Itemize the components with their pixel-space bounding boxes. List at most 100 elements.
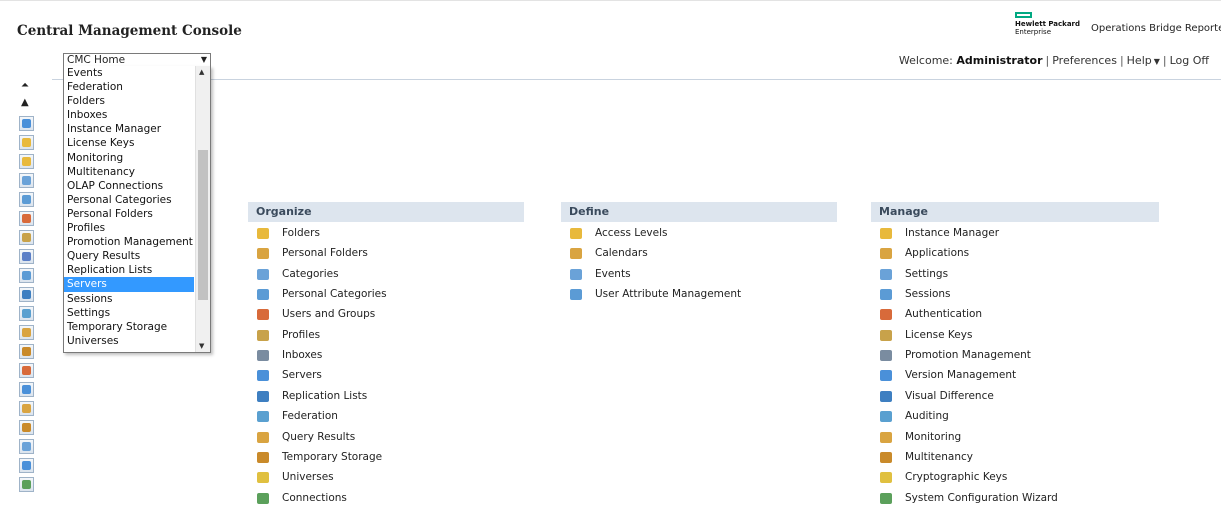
access-levels-icon bbox=[570, 228, 582, 239]
organize-link-label[interactable]: Folders bbox=[282, 227, 320, 239]
scroll-up-icon[interactable]: ▲ bbox=[21, 97, 29, 108]
nav-option-monitoring[interactable]: Monitoring bbox=[64, 151, 194, 165]
manage-link-label[interactable]: Multitenancy bbox=[905, 451, 973, 463]
toolbar-app-button[interactable] bbox=[19, 287, 34, 302]
help-menu[interactable]: Help ▼ bbox=[1127, 54, 1160, 67]
nav-option-settings[interactable]: Settings bbox=[64, 306, 194, 320]
organize-link-label[interactable]: Temporary Storage bbox=[282, 451, 382, 463]
manage-link-label[interactable]: Sessions bbox=[905, 288, 951, 300]
nav-option-license-keys[interactable]: License Keys bbox=[64, 136, 194, 150]
chevron-down-icon[interactable]: ▼ bbox=[1154, 57, 1160, 66]
app-icon bbox=[22, 119, 31, 128]
chevron-down-icon[interactable]: ▼ bbox=[201, 54, 207, 66]
nav-option-profiles[interactable]: Profiles bbox=[64, 221, 194, 235]
define-section-header: Define bbox=[561, 202, 837, 222]
toolbar-app-button[interactable] bbox=[19, 325, 34, 340]
toolbar-app-button[interactable] bbox=[19, 363, 34, 378]
nav-option-sessions[interactable]: Sessions bbox=[64, 292, 194, 306]
universes-icon bbox=[257, 472, 269, 484]
toolbar-app-button[interactable] bbox=[19, 420, 34, 435]
define-link-label[interactable]: Access Levels bbox=[595, 227, 667, 239]
organize-link-label[interactable]: Inboxes bbox=[282, 349, 322, 361]
toolbar-app-button[interactable] bbox=[19, 382, 34, 397]
nav-option-promotion-management[interactable]: Promotion Management bbox=[64, 235, 194, 249]
organize-section-header: Organize bbox=[248, 202, 524, 222]
personal-folders-icon bbox=[257, 248, 269, 260]
nav-option-personal-categories[interactable]: Personal Categories bbox=[64, 193, 194, 207]
toolbar-app-button[interactable] bbox=[19, 439, 34, 454]
nav-option-events[interactable]: Events bbox=[64, 66, 194, 80]
nav-option-multitenancy[interactable]: Multitenancy bbox=[64, 165, 194, 179]
nav-option-olap-connections[interactable]: OLAP Connections bbox=[64, 179, 194, 193]
scrollbar-thumb[interactable] bbox=[198, 150, 208, 300]
logoff-link[interactable]: Log Off bbox=[1170, 54, 1209, 67]
folders-icon bbox=[257, 228, 269, 239]
nav-option-temporary-storage[interactable]: Temporary Storage bbox=[64, 320, 194, 334]
manage-link-label[interactable]: Promotion Management bbox=[905, 349, 1031, 361]
nav-option-federation[interactable]: Federation bbox=[64, 80, 194, 94]
manage-link-label[interactable]: Authentication bbox=[905, 308, 982, 320]
toolbar-app-button[interactable] bbox=[19, 344, 34, 359]
toolbar-app-button[interactable] bbox=[19, 173, 34, 188]
manage-link-label[interactable]: Instance Manager bbox=[905, 227, 999, 239]
define-link-label[interactable]: Events bbox=[595, 268, 631, 280]
manage-link-label[interactable]: License Keys bbox=[905, 329, 972, 341]
nav-select-value[interactable]: CMC Home bbox=[67, 54, 125, 66]
nav-option-instance-manager[interactable]: Instance Manager bbox=[64, 122, 194, 136]
organize-link-label[interactable]: Personal Categories bbox=[282, 288, 387, 300]
toolbar-app-button[interactable] bbox=[19, 458, 34, 473]
collapse-top-icon[interactable]: ⏶ bbox=[21, 80, 29, 91]
toolbar-app-button[interactable] bbox=[19, 249, 34, 264]
manage-link-label[interactable]: Auditing bbox=[905, 410, 949, 422]
toolbar-app-button[interactable] bbox=[19, 192, 34, 207]
define-title: Define bbox=[569, 205, 610, 218]
organize-link-label[interactable]: Universes bbox=[282, 471, 334, 483]
left-toolbar: ⏶ ▲ bbox=[16, 80, 42, 502]
app-icon bbox=[22, 442, 31, 451]
organize-link-label[interactable]: Servers bbox=[282, 369, 322, 381]
toolbar-app-button[interactable] bbox=[19, 401, 34, 416]
toolbar-app-button[interactable] bbox=[19, 230, 34, 245]
nav-dropdown-list[interactable]: Events Federation Folders Inboxes Instance M… bbox=[63, 66, 211, 353]
organize-link-label[interactable]: Users and Groups bbox=[282, 308, 375, 320]
nav-option-query-results[interactable]: Query Results bbox=[64, 249, 194, 263]
toolbar-app-button[interactable] bbox=[19, 268, 34, 283]
organize-link-label[interactable]: Categories bbox=[282, 268, 339, 280]
toolbar-app-button[interactable] bbox=[19, 135, 34, 150]
organize-link-label[interactable]: Federation bbox=[282, 410, 338, 422]
cmc-nav-select[interactable]: CMC Home ▼ bbox=[63, 53, 211, 67]
toolbar-app-button[interactable] bbox=[19, 154, 34, 169]
organize-link-label[interactable]: Query Results bbox=[282, 431, 355, 443]
help-label[interactable]: Help bbox=[1127, 54, 1152, 67]
manage-link-label[interactable]: Cryptographic Keys bbox=[905, 471, 1007, 483]
organize-link-label[interactable]: Personal Folders bbox=[282, 247, 368, 259]
toolbar-app-button[interactable] bbox=[19, 211, 34, 226]
manage-link-label[interactable]: Visual Difference bbox=[905, 390, 994, 402]
manage-link-label[interactable]: Applications bbox=[905, 247, 969, 259]
nav-option-inboxes[interactable]: Inboxes bbox=[64, 108, 194, 122]
nav-option-personal-folders[interactable]: Personal Folders bbox=[64, 207, 194, 221]
organize-link-label[interactable]: Profiles bbox=[282, 329, 320, 341]
toolbar-app-button[interactable] bbox=[19, 306, 34, 321]
app-icon bbox=[22, 157, 31, 166]
hpe-logo: Hewlett Packard Enterprise bbox=[1012, 12, 1080, 38]
manage-link-label[interactable]: Monitoring bbox=[905, 431, 961, 443]
organize-link-label[interactable]: Replication Lists bbox=[282, 390, 367, 402]
define-link-label[interactable]: User Attribute Management bbox=[595, 288, 741, 300]
nav-option-universes[interactable]: Universes bbox=[64, 334, 194, 348]
nav-option-replication-lists[interactable]: Replication Lists bbox=[64, 263, 194, 277]
manage-link-label[interactable]: Settings bbox=[905, 268, 948, 280]
manage-link-label[interactable]: Version Management bbox=[905, 369, 1016, 381]
visual-difference-icon bbox=[880, 390, 892, 402]
nav-option-servers[interactable]: Servers bbox=[64, 277, 194, 292]
nav-option-folders[interactable]: Folders bbox=[64, 94, 194, 108]
scroll-up-arrow-icon[interactable]: ▲ bbox=[199, 68, 204, 76]
toolbar-app-button[interactable] bbox=[19, 116, 34, 131]
organize-title: Organize bbox=[256, 205, 312, 218]
define-link-label[interactable]: Calendars bbox=[595, 247, 648, 259]
toolbar-app-button[interactable] bbox=[19, 477, 34, 492]
nav-scrollbar[interactable]: ▲ ▼ bbox=[195, 66, 210, 352]
preferences-link[interactable]: Preferences bbox=[1052, 54, 1117, 67]
applications-icon bbox=[880, 248, 892, 260]
scroll-down-arrow-icon[interactable]: ▼ bbox=[199, 342, 204, 350]
